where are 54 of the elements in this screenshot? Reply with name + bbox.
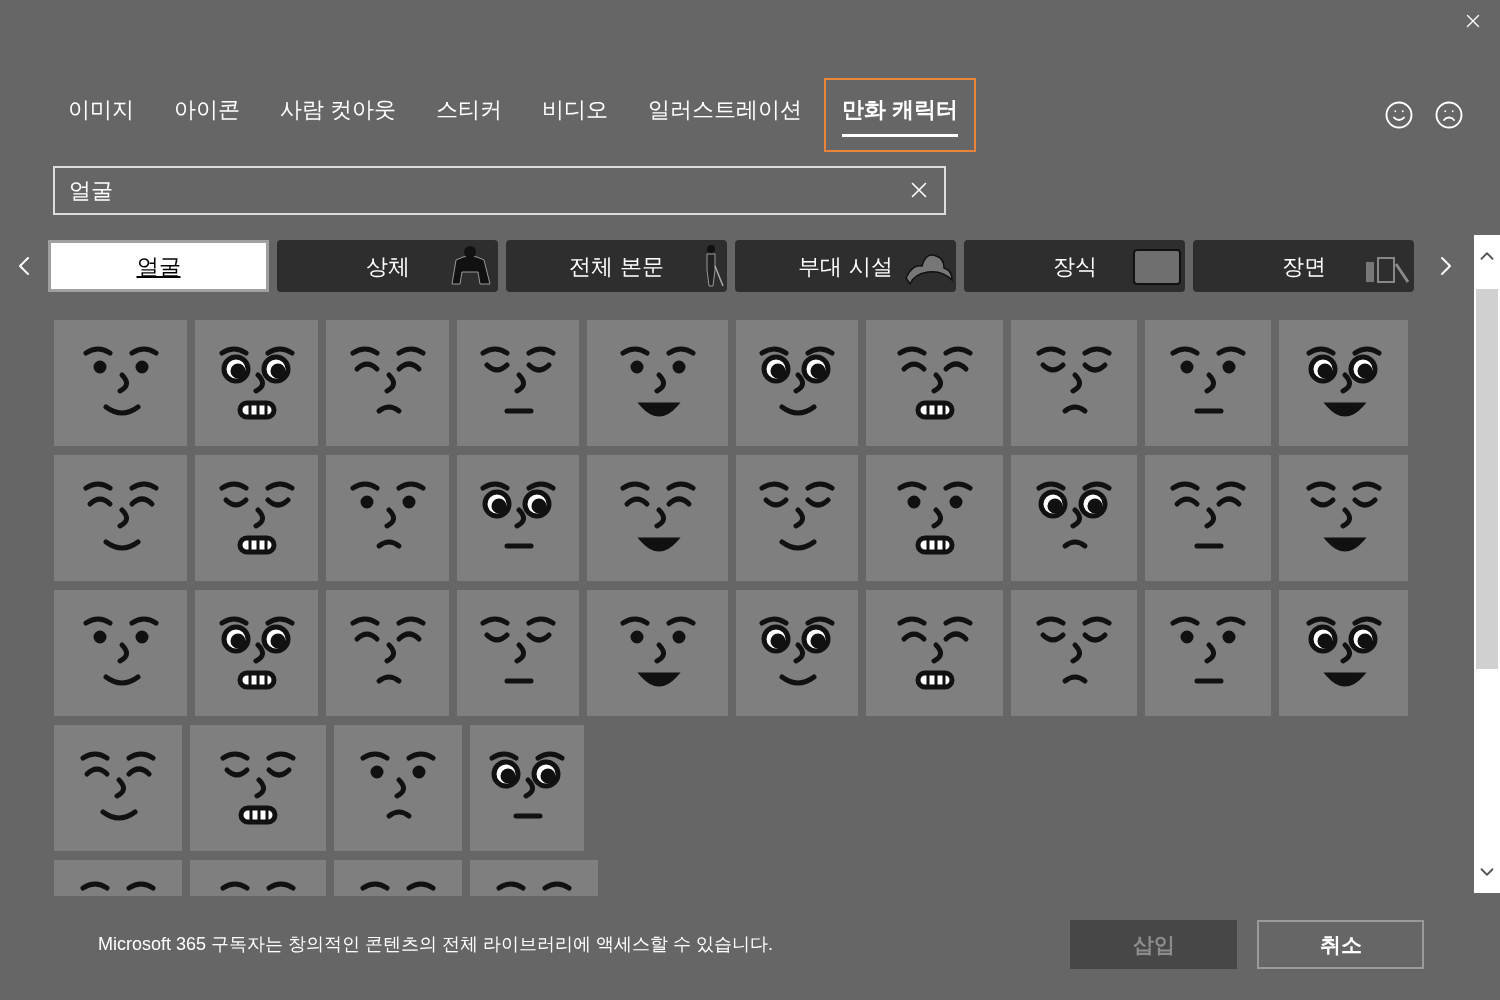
tab[interactable]: 이미지 — [50, 78, 152, 152]
face-tile[interactable] — [1145, 320, 1271, 446]
standing-person-drawing — [705, 244, 725, 288]
cancel-button[interactable]: 취소 — [1257, 920, 1424, 969]
face-tile[interactable] — [457, 320, 579, 446]
face-tile[interactable] — [326, 455, 449, 581]
face-tile[interactable] — [326, 590, 449, 716]
face-tile[interactable] — [866, 590, 1003, 716]
face-tile[interactable] — [736, 320, 858, 446]
tab[interactable]: 스티커 — [418, 78, 521, 152]
face-tile[interactable] — [1279, 590, 1408, 716]
scrollbar-thumb[interactable] — [1476, 289, 1498, 669]
face-tile[interactable] — [1011, 590, 1137, 716]
face-tile[interactable] — [1145, 590, 1271, 716]
category-chip[interactable]: 상체 — [277, 240, 498, 292]
face-tile[interactable] — [1279, 320, 1408, 446]
face-tile[interactable] — [587, 590, 728, 716]
face-tile[interactable] — [190, 725, 326, 851]
face-tile[interactable] — [195, 590, 318, 716]
face-tile[interactable] — [334, 725, 462, 851]
face-tile[interactable] — [54, 455, 187, 581]
face-tile[interactable] — [866, 455, 1003, 581]
category-chip[interactable]: 부대 시설 — [735, 240, 956, 292]
face-tile[interactable] — [866, 320, 1003, 446]
face-tile[interactable] — [457, 455, 579, 581]
face-tile[interactable] — [1145, 455, 1271, 581]
scrollbar[interactable] — [1474, 235, 1500, 893]
face-tile[interactable] — [1011, 320, 1137, 446]
category-chip[interactable]: 장식 — [964, 240, 1185, 292]
face-tile[interactable] — [54, 590, 187, 716]
face-tile[interactable] — [1279, 455, 1408, 581]
smile-icon[interactable] — [1384, 100, 1414, 130]
face-tile[interactable] — [1011, 455, 1137, 581]
category-chip[interactable]: 전체 본문 — [506, 240, 727, 292]
face-tile[interactable] — [736, 455, 858, 581]
face-tile[interactable] — [326, 320, 449, 446]
face-tile[interactable] — [736, 590, 858, 716]
tab[interactable]: 만화 캐릭터 — [824, 78, 977, 152]
tab[interactable]: 비디오 — [524, 78, 627, 152]
tab[interactable]: 아이콘 — [156, 78, 258, 152]
tab[interactable]: 일러스트레이션 — [630, 78, 821, 152]
search-field[interactable]: 얼굴 — [53, 166, 946, 215]
face-tile[interactable] — [195, 320, 318, 446]
face-tile[interactable] — [54, 320, 187, 446]
frown-icon[interactable] — [1434, 100, 1464, 130]
face-tile[interactable] — [587, 320, 728, 446]
tab[interactable]: 사람 컷아웃 — [262, 78, 415, 152]
face-tile[interactable] — [470, 725, 584, 851]
face-tile[interactable] — [54, 725, 182, 851]
face-tile[interactable] — [195, 455, 318, 581]
face-tile[interactable] — [457, 590, 579, 716]
subscriber-notice: Microsoft 365 구독자는 창의적인 콘텐츠의 전체 라이브러리에 액세스할 수 있습니다. — [98, 933, 775, 956]
face-tile[interactable] — [587, 455, 728, 581]
category-chip[interactable]: 장면 — [1193, 240, 1414, 292]
